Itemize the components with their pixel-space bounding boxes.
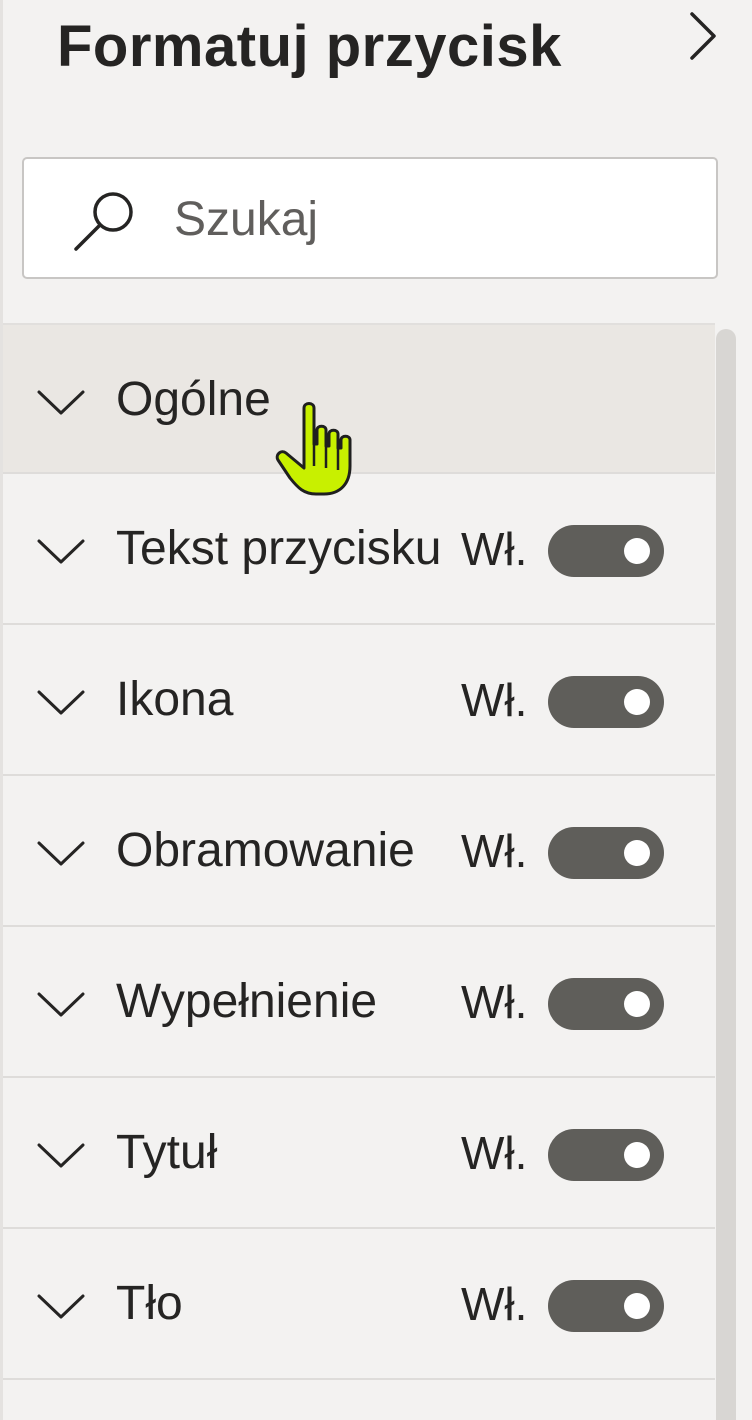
toggle-state-label: Wł.: [461, 976, 528, 1028]
toggle-knob: [624, 1293, 650, 1319]
section-label: Obramowanie: [116, 824, 415, 877]
section-card[interactable]: Tło Wł.: [3, 1229, 715, 1380]
toggle-knob: [624, 538, 650, 564]
section-label: Ikona: [116, 673, 234, 726]
toggle-knob: [624, 1142, 650, 1168]
section-card[interactable]: Tytuł Wł.: [3, 1078, 715, 1229]
search-input[interactable]: [174, 179, 694, 259]
section-card[interactable]: Wypełnienie Wł.: [3, 927, 715, 1078]
toggle-state-label: Wł.: [461, 1127, 528, 1179]
scrollbar[interactable]: [715, 323, 737, 1420]
chevron-down-icon[interactable]: [33, 686, 89, 718]
scrollbar-thumb[interactable]: [716, 329, 736, 1420]
section-toggle[interactable]: [548, 525, 664, 577]
chevron-down-icon[interactable]: [33, 1139, 89, 1171]
chevron-down-icon[interactable]: [33, 837, 89, 869]
search-icon: [74, 192, 133, 251]
toggle-state-label: Wł.: [461, 674, 528, 726]
section-toggle[interactable]: [548, 1280, 664, 1332]
pane-title: Formatuj przycisk: [57, 13, 562, 79]
section-card[interactable]: Ogólne: [3, 323, 715, 474]
section-label: Wypełnienie: [116, 975, 378, 1028]
section-card[interactable]: Ikona Wł.: [3, 625, 715, 776]
section-card[interactable]: Obramowanie Wł.: [3, 776, 715, 927]
chevron-down-icon[interactable]: [33, 1290, 89, 1322]
chevron-right-icon: [690, 12, 716, 60]
format-sections-list: Ogólne Tekst przycisku Wł. Ikona Wł. Obramowa…: [3, 323, 715, 1380]
toggle-knob: [624, 689, 650, 715]
toggle-knob: [624, 840, 650, 866]
toggle-state-label: Wł.: [461, 825, 528, 877]
section-toggle[interactable]: [548, 827, 664, 879]
pane-header: Formatuj przycisk: [57, 6, 562, 86]
chevron-down-icon[interactable]: [33, 988, 89, 1020]
section-toggle[interactable]: [548, 978, 664, 1030]
format-pane: Formatuj przycisk Ogólne Tekst przycisku W…: [0, 0, 752, 1420]
search-box[interactable]: [22, 157, 718, 279]
toggle-knob: [624, 991, 650, 1017]
section-label: Tło: [116, 1277, 183, 1330]
collapse-pane-button[interactable]: [672, 6, 732, 66]
section-label: Tytuł: [116, 1126, 218, 1179]
toggle-state-label: Wł.: [461, 523, 528, 575]
section-label: Tekst przycisku: [116, 522, 442, 575]
section-label: Ogólne: [116, 373, 271, 426]
chevron-down-icon[interactable]: [33, 386, 89, 418]
toggle-state-label: Wł.: [461, 1278, 528, 1330]
section-toggle[interactable]: [548, 676, 664, 728]
section-toggle[interactable]: [548, 1129, 664, 1181]
section-card[interactable]: Tekst przycisku Wł.: [3, 474, 715, 625]
chevron-down-icon[interactable]: [33, 535, 89, 567]
